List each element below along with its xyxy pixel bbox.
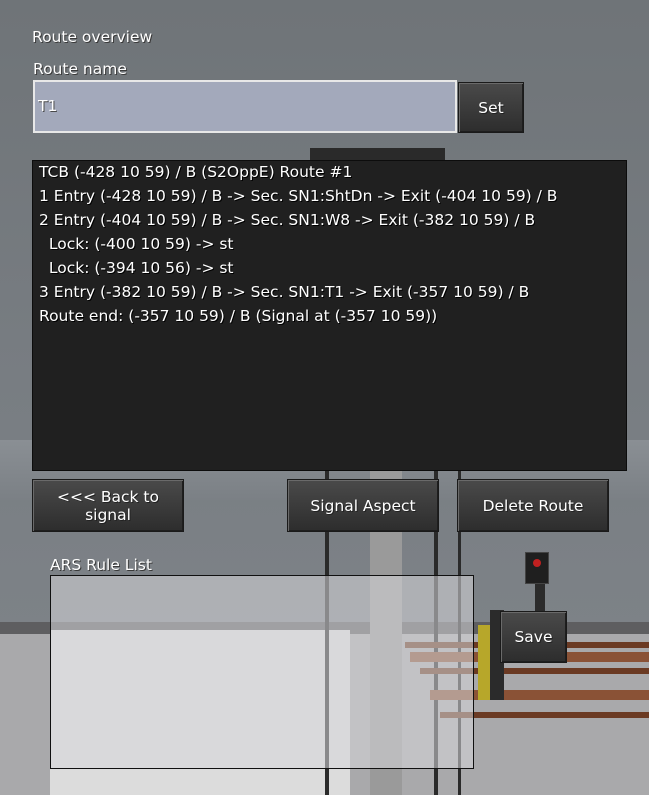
save-button[interactable]: Save: [500, 611, 567, 663]
ars-rule-list-textarea[interactable]: [50, 575, 474, 769]
route-detail-line: TCB (-428 10 59) / B (S2OppE) Route #1: [39, 163, 353, 181]
delete-route-button[interactable]: Delete Route: [457, 479, 609, 532]
signal-aspect-button[interactable]: Signal Aspect: [287, 479, 439, 532]
route-detail-line: Route end: (-357 10 59) / B (Signal at (…: [39, 307, 438, 325]
route-detail-line: 2 Entry (-404 10 59) / B -> Sec. SN1:W8 …: [39, 211, 536, 229]
window-title: Route overview: [32, 28, 153, 46]
signal-post-yellow: [478, 625, 490, 700]
route-details-panel: TCB (-428 10 59) / B (S2OppE) Route #1 1…: [32, 160, 627, 471]
route-detail-line: 3 Entry (-382 10 59) / B -> Sec. SN1:T1 …: [39, 283, 530, 301]
signal-lamp-red: [533, 559, 541, 567]
back-to-signal-button[interactable]: <<< Back to signal: [32, 479, 184, 532]
signal-head: [525, 552, 549, 584]
route-detail-line: Lock: (-400 10 59) -> st: [39, 235, 234, 253]
route-detail-line: Lock: (-394 10 56) -> st: [39, 259, 234, 277]
route-detail-line: 1 Entry (-428 10 59) / B -> Sec. SN1:Sht…: [39, 187, 558, 205]
ars-rule-list-label: ARS Rule List: [50, 556, 152, 574]
set-button[interactable]: Set: [458, 82, 524, 133]
route-name-input[interactable]: T1: [33, 80, 457, 133]
route-name-label: Route name: [33, 60, 127, 78]
